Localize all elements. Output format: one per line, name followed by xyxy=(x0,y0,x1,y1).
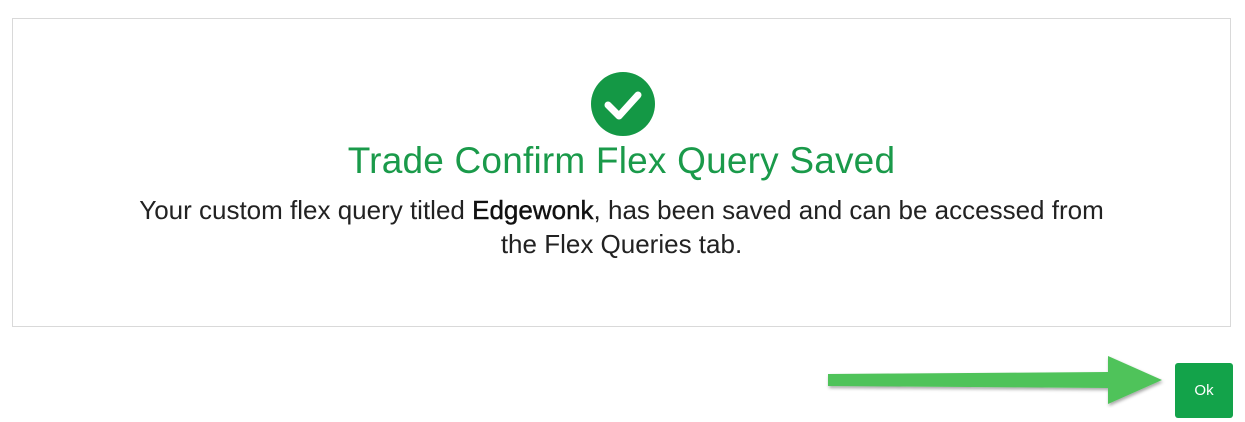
message-text-before: Your custom flex query titled xyxy=(139,195,473,225)
dialog-title: Trade Confirm Flex Query Saved xyxy=(347,140,896,181)
query-name: Edgewonk xyxy=(472,195,594,225)
check-circle-icon xyxy=(591,72,655,136)
arrow-right-icon xyxy=(828,356,1162,404)
dialog-message: Your custom flex query titled Edgewonk, … xyxy=(133,193,1110,261)
success-panel: Trade Confirm Flex Query Saved Your cust… xyxy=(12,18,1231,327)
confirmation-page: Trade Confirm Flex Query Saved Your cust… xyxy=(0,0,1245,422)
ok-button[interactable]: Ok xyxy=(1175,363,1233,418)
